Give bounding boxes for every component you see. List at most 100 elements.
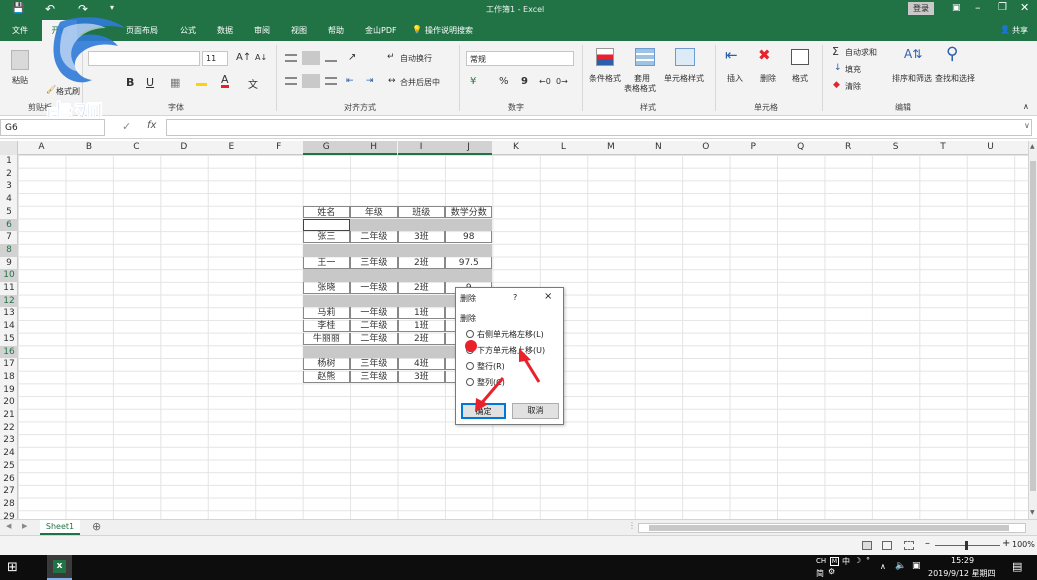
table-cell[interactable]: 一年级 [350,307,398,320]
table-cell[interactable]: 1班 [397,307,446,320]
column-header-q[interactable]: Q [777,141,824,155]
fill-color-icon[interactable] [196,77,207,86]
font-color-icon[interactable]: A [221,74,229,88]
row-header-19[interactable]: 19 [0,384,18,397]
table-cell[interactable]: 1班 [397,320,446,333]
ime-language[interactable]: CH [816,557,826,565]
radio-option-3[interactable] [466,362,474,370]
share-button[interactable]: 共享 [1012,25,1028,36]
row-header-15[interactable]: 15 [0,333,18,346]
table-cell[interactable]: 牛丽丽 [302,332,351,345]
column-header-e[interactable]: E [208,141,255,155]
fill-button[interactable]: 填充 [845,64,861,75]
table-cell[interactable]: 张三 [302,231,351,244]
ime-simplified[interactable]: 简 [816,568,824,579]
network-icon[interactable]: ▣ [912,561,921,571]
autosum-icon[interactable]: Σ [832,45,839,58]
ok-button[interactable]: 确定 [461,403,506,419]
table-cell[interactable]: 97.5 [445,256,493,269]
row-header-13[interactable]: 13 [0,307,18,320]
radio-option-label[interactable]: 整列(C) [477,377,505,388]
column-header-c[interactable]: C [113,141,160,155]
collapse-ribbon-icon[interactable]: ∧ [1023,102,1029,111]
underline-button[interactable]: U [146,76,154,89]
table-cell[interactable]: 马莉 [302,307,351,320]
autosum-button[interactable]: 自动求和 [845,47,877,58]
table-cell[interactable]: 2班 [397,256,446,269]
paste-button[interactable]: 粘贴 [12,75,28,86]
radio-option-1[interactable] [466,330,474,338]
table-cell[interactable]: 二年级 [350,332,398,345]
clock-date[interactable]: 2019/9/12 星期四 [928,568,996,579]
comma-button[interactable]: 9 [521,76,528,87]
column-header-d[interactable]: D [160,141,207,155]
row-header-4[interactable]: 4 [0,193,18,206]
column-header-u[interactable]: U [967,141,1014,155]
table-cell[interactable]: 98 [445,231,493,244]
decrease-font-icon[interactable]: A↓ [255,53,267,62]
table-cell[interactable]: 张晓 [302,282,351,294]
find-search-icon[interactable]: ⚲ [946,44,958,64]
row-header-3[interactable]: 3 [0,180,18,193]
clear-icon[interactable]: ◆ [833,80,840,90]
cancel-button[interactable]: 取消 [512,403,559,419]
tab-view[interactable]: 视图 [291,25,307,36]
increase-font-icon[interactable]: A↑ [236,52,251,63]
scroll-up-icon[interactable]: ▲ [1030,143,1035,150]
column-header-t[interactable]: T [920,141,967,155]
align-right-icon[interactable] [325,77,337,85]
wrap-text-button[interactable]: 自动换行 [400,53,432,64]
table-header-cell[interactable]: 班级 [397,205,446,218]
clock-time[interactable]: 15:29 [951,556,974,565]
number-format-dropdown[interactable]: 常规 [466,51,574,66]
column-header-b[interactable]: B [65,141,112,155]
page-layout-view-icon[interactable] [882,541,892,550]
column-header-k[interactable]: K [493,141,540,155]
column-header-i[interactable]: I [397,141,445,155]
table-cell[interactable]: 3班 [397,370,446,383]
tab-wps-pdf[interactable]: 金山PDF [365,25,397,36]
align-middle-icon[interactable] [302,51,320,65]
scroll-sheets-left-icon[interactable]: ◀ [6,522,11,530]
column-header-p[interactable]: P [730,141,777,155]
align-top-icon[interactable] [285,54,297,62]
row-header-17[interactable]: 17 [0,358,18,371]
column-header-l[interactable]: L [540,141,587,155]
ime-chinese-mode[interactable]: 中 [842,556,850,567]
name-box[interactable]: G6 [0,119,105,136]
paste-icon[interactable] [11,50,29,70]
sort-filter-icon[interactable]: A⇅ [904,47,922,61]
merge-center-button[interactable]: 合并后居中 [400,77,440,88]
table-cell[interactable]: 李桂 [302,320,351,333]
format-cells-icon[interactable] [791,49,809,65]
row-header-24[interactable]: 24 [0,447,18,460]
row-header-1[interactable]: 1 [0,155,18,168]
wrap-text-icon[interactable]: ↵ [387,52,395,62]
align-left-icon[interactable] [285,77,297,85]
fill-icon[interactable]: ↓ [834,63,842,73]
taskbar-excel-app[interactable]: x [47,555,72,580]
row-header-22[interactable]: 22 [0,422,18,435]
delete-button[interactable]: 删除 [760,73,776,84]
find-select-button[interactable]: 查找和选择 [935,73,975,84]
clear-button[interactable]: 清除 [845,81,861,92]
font-size-dropdown[interactable]: 11 [202,51,228,66]
column-header-o[interactable]: O [682,141,729,155]
insert-function-button[interactable]: fx [147,120,156,131]
percent-button[interactable]: % [499,76,509,87]
tab-review[interactable]: 审阅 [254,25,270,36]
table-header-cell[interactable]: 姓名 [302,205,351,218]
conditional-format-icon[interactable] [596,48,614,66]
sheet-tab-sheet1[interactable]: Sheet1 [40,520,80,535]
align-bottom-icon[interactable] [325,54,337,62]
row-header-5[interactable]: 5 [0,206,18,219]
table-cell[interactable]: 二年级 [350,231,398,244]
normal-view-icon[interactable] [862,541,872,550]
row-header-16[interactable]: 16 [0,345,18,359]
tab-formulas[interactable]: 公式 [180,25,196,36]
row-header-25[interactable]: 25 [0,460,18,473]
column-header-n[interactable]: N [635,141,682,155]
row-header-6[interactable]: 6 [0,218,18,232]
row-header-26[interactable]: 26 [0,473,18,486]
page-break-view-icon[interactable] [904,541,914,550]
